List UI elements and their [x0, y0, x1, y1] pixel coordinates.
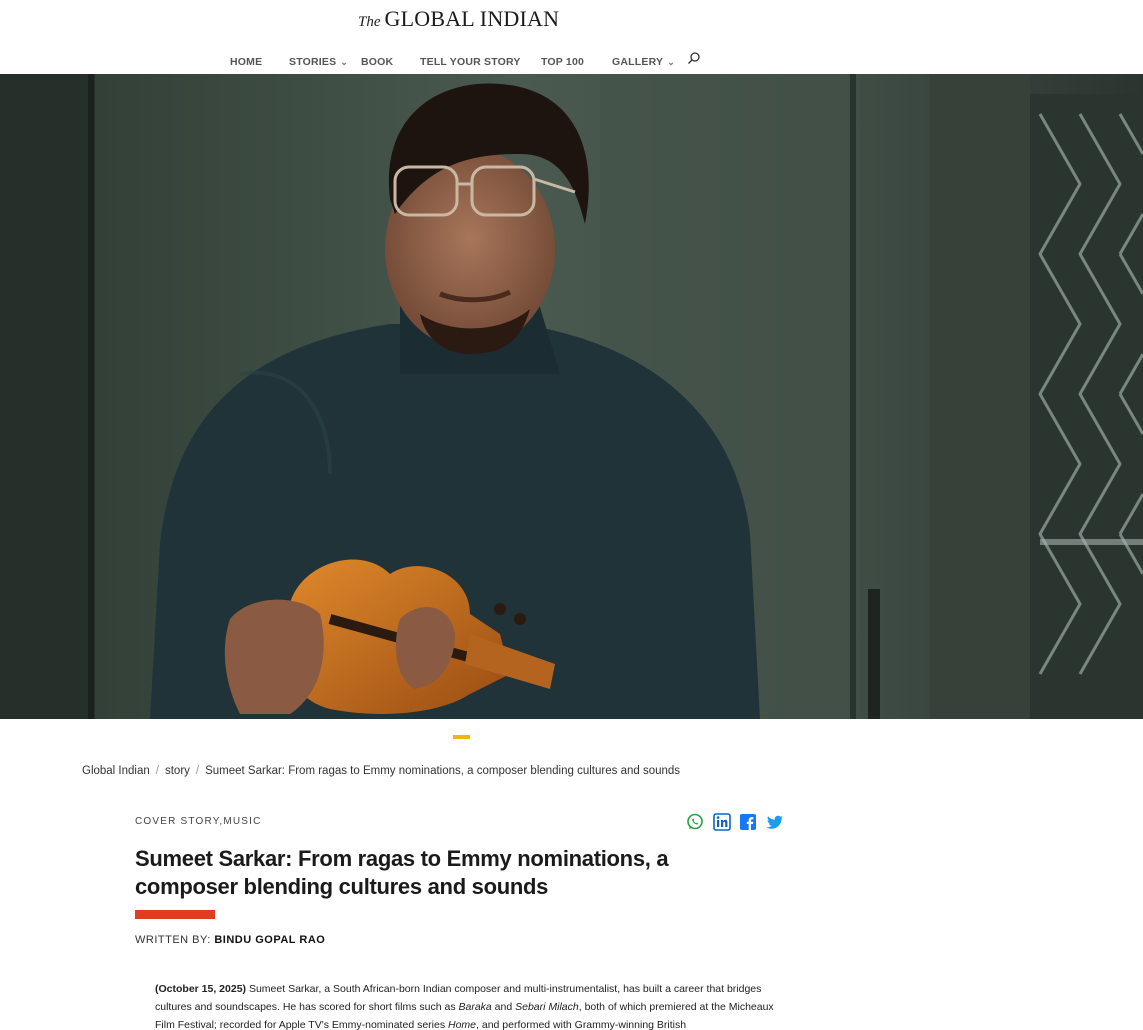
search-icon [688, 52, 700, 64]
share-linkedin-button[interactable] [713, 813, 731, 831]
nav-tell-your-story-label: TELL YOUR STORY [420, 56, 521, 68]
nav-home[interactable]: HOME [230, 56, 262, 68]
main-nav: HOME STORIES ⌄ BOOK TELL YOUR STORY TOP 1… [0, 50, 1143, 72]
article-text: and [491, 1001, 516, 1013]
article-body: (October 15, 2025) Sumeet Sarkar, a Sout… [155, 980, 795, 1030]
slide-indicator[interactable] [453, 735, 470, 739]
twitter-icon [766, 815, 783, 829]
nav-top-100-label: TOP 100 [541, 56, 585, 68]
nav-gallery[interactable]: GALLERY ⌄ [612, 56, 675, 68]
breadcrumb-story[interactable]: story [165, 765, 190, 777]
article-paragraph: (October 15, 2025) Sumeet Sarkar, a Sout… [155, 980, 795, 1030]
author-link[interactable]: BINDU GOPAL RAO [214, 934, 325, 946]
nav-gallery-label: GALLERY [612, 56, 664, 68]
film-title: Baraka [458, 1001, 492, 1013]
share-whatsapp-button[interactable] [686, 813, 704, 831]
share-twitter-button[interactable] [766, 813, 784, 831]
article-title: Sumeet Sarkar: From ragas to Emmy nomina… [135, 846, 669, 899]
category-music[interactable]: MUSIC [223, 816, 261, 827]
breadcrumb-separator: / [195, 765, 200, 777]
site-logo[interactable]: The GLOBAL INDIAN [358, 6, 559, 32]
nav-stories-label: STORIES [289, 56, 337, 68]
logo-name: GLOBAL INDIAN [384, 6, 560, 31]
title-accent-bar [135, 910, 215, 919]
byline-label: WRITTEN BY: [135, 934, 211, 946]
facebook-icon [740, 814, 756, 830]
series-title: Home [448, 1019, 477, 1030]
hero-image [0, 74, 1143, 719]
search-button[interactable] [687, 51, 703, 67]
nav-tell-your-story[interactable]: TELL YOUR STORY [420, 56, 521, 68]
share-facebook-button[interactable] [739, 813, 757, 831]
logo-prefix: The [358, 14, 381, 30]
hero-photo-man-with-violin [0, 74, 1143, 719]
nav-book[interactable]: BOOK [361, 56, 393, 68]
breadcrumb-separator: / [155, 765, 159, 777]
linkedin-icon [713, 813, 731, 831]
nav-stories[interactable]: STORIES ⌄ [289, 56, 348, 68]
article-categories: COVER STORY,MUSIC [135, 816, 262, 827]
site-header: The GLOBAL INDIAN HOME STORIES ⌄ BOOK TEL… [0, 0, 1143, 74]
nav-book-label: BOOK [361, 56, 394, 68]
chevron-down-icon: ⌄ [340, 57, 349, 67]
breadcrumb-current: Sumeet Sarkar: From ragas to Emmy nomina… [205, 765, 681, 777]
chevron-down-icon: ⌄ [667, 57, 675, 67]
nav-home-label: HOME [230, 56, 263, 68]
category-cover-story[interactable]: COVER STORY [135, 816, 219, 827]
article-byline: WRITTEN BY: BINDU GOPAL RAO [135, 934, 325, 946]
nav-top-100[interactable]: TOP 100 [541, 56, 584, 68]
film-title: Sebari Milach [515, 1001, 579, 1013]
article-date: (October 15, 2025) [155, 983, 247, 995]
breadcrumb-home[interactable]: Global Indian [82, 765, 150, 777]
breadcrumb: Global Indian / story / Sumeet Sarkar: From … [82, 765, 680, 777]
whatsapp-icon [687, 813, 703, 830]
article-text: , and performed with Grammy-winning Brit… [476, 1019, 687, 1030]
